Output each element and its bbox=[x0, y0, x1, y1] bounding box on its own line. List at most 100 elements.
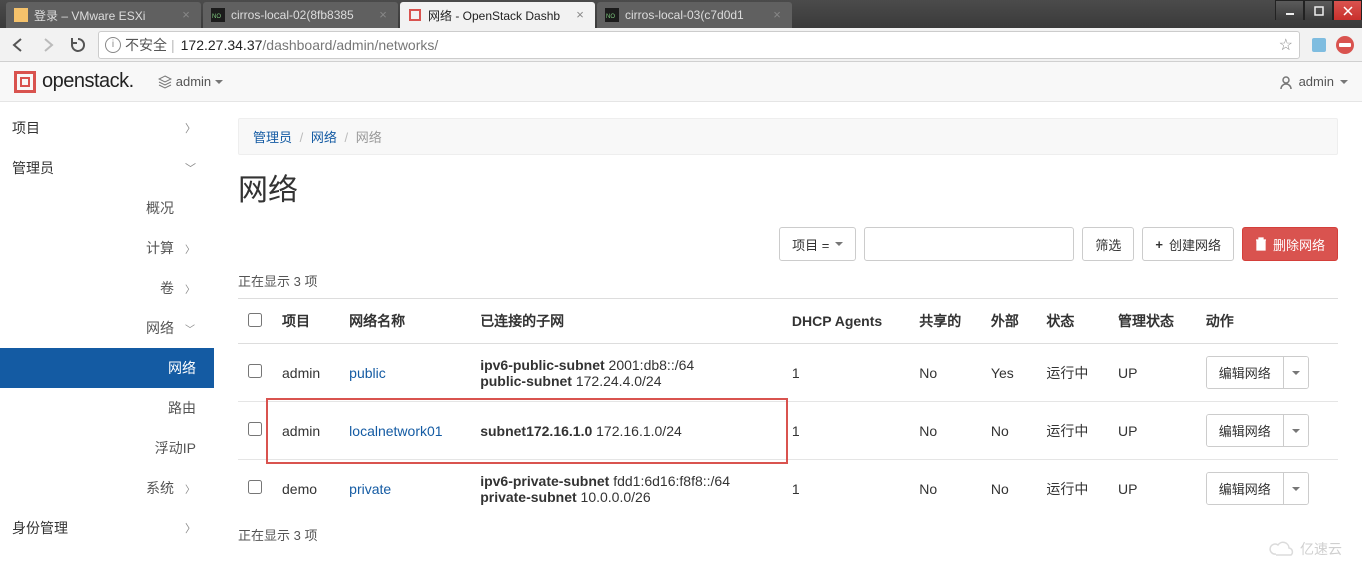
breadcrumb-link[interactable]: 管理员 bbox=[253, 130, 292, 145]
row-checkbox[interactable] bbox=[248, 422, 262, 436]
insecure-indicator: i 不安全 | bbox=[105, 35, 175, 55]
user-icon bbox=[1279, 75, 1293, 89]
col-project[interactable]: 项目 bbox=[272, 299, 339, 344]
row-checkbox[interactable] bbox=[248, 364, 262, 378]
edit-network-button[interactable]: 编辑网络 bbox=[1207, 473, 1284, 504]
subnet-entry: ipv6-public-subnet 2001:db8::/64 bbox=[480, 357, 772, 373]
network-name-link[interactable]: private bbox=[349, 481, 391, 497]
tab-title: cirros-local-02(8fb8385 bbox=[231, 8, 370, 22]
main-panel: 管理员 / 网络 / 网络 网络 项目 = 筛选 + 创建网络 删除网络 bbox=[214, 102, 1362, 572]
tab-favicon-icon: NO bbox=[605, 8, 619, 22]
row-action-dropdown[interactable] bbox=[1284, 473, 1308, 504]
col-actions: 动作 bbox=[1196, 299, 1338, 344]
close-window-button[interactable] bbox=[1333, 0, 1362, 20]
reload-button[interactable] bbox=[68, 35, 88, 55]
table-toolbar: 项目 = 筛选 + 创建网络 删除网络 bbox=[238, 227, 1338, 261]
cell-external: No bbox=[981, 402, 1036, 460]
breadcrumb-current: 网络 bbox=[356, 130, 382, 145]
row-checkbox[interactable] bbox=[248, 480, 262, 494]
row-action-dropdown[interactable] bbox=[1284, 415, 1308, 446]
extension-icon[interactable] bbox=[1310, 36, 1328, 54]
sidebar-item-admin[interactable]: 管理员 ﹀ bbox=[0, 148, 214, 188]
tab-title: 登录 – VMware ESXi bbox=[34, 7, 173, 24]
maximize-button[interactable] bbox=[1304, 0, 1333, 20]
network-name-link[interactable]: public bbox=[349, 365, 386, 381]
openstack-logo[interactable]: openstack. bbox=[14, 70, 134, 93]
col-dhcp[interactable]: DHCP Agents bbox=[782, 299, 909, 344]
sidebar-item-compute[interactable]: 计算 〉 bbox=[0, 228, 214, 268]
tab-close-icon[interactable]: × bbox=[770, 8, 784, 22]
col-shared[interactable]: 共享的 bbox=[909, 299, 981, 344]
subnet-entry: private-subnet 10.0.0.0/26 bbox=[480, 489, 772, 505]
trash-icon bbox=[1255, 237, 1267, 251]
sidebar-item-network[interactable]: 网络 ﹀ bbox=[0, 308, 214, 348]
caret-down-icon bbox=[1292, 487, 1300, 491]
sidebar-item-project[interactable]: 项目 〉 bbox=[0, 108, 214, 148]
col-subnets[interactable]: 已连接的子网 bbox=[470, 299, 782, 344]
sidebar-item-floating-ips[interactable]: 浮动IP bbox=[0, 428, 214, 468]
window-controls bbox=[1275, 0, 1362, 20]
chevron-right-icon: 〉 bbox=[185, 520, 196, 536]
insecure-label: 不安全 bbox=[125, 35, 167, 55]
minimize-button[interactable] bbox=[1275, 0, 1304, 20]
edit-network-button[interactable]: 编辑网络 bbox=[1207, 415, 1284, 446]
browser-tab[interactable]: NO cirros-local-02(8fb8385 × bbox=[203, 2, 398, 28]
sidebar-item-volumes[interactable]: 卷 〉 bbox=[0, 268, 214, 308]
cell-actions: 编辑网络 bbox=[1196, 344, 1338, 402]
project-dropdown[interactable]: admin bbox=[158, 74, 223, 89]
filter-button[interactable]: 筛选 bbox=[1082, 227, 1134, 261]
url-input[interactable]: i 不安全 | 172.27.34.37/dashboard/admin/net… bbox=[98, 31, 1300, 59]
sidebar-item-overview[interactable]: 概况 〉 bbox=[0, 188, 214, 228]
sidebar-item-identity[interactable]: 身份管理 〉 bbox=[0, 508, 214, 548]
user-label: admin bbox=[1299, 74, 1334, 89]
col-name[interactable]: 网络名称 bbox=[339, 299, 470, 344]
cell-subnets: ipv6-private-subnet fdd1:6d16:f8f8::/64p… bbox=[470, 460, 782, 518]
sidebar-item-system[interactable]: 系统 〉 bbox=[0, 468, 214, 508]
extension-icons bbox=[1310, 36, 1354, 54]
row-action-split-button: 编辑网络 bbox=[1206, 356, 1309, 389]
cell-dhcp: 1 bbox=[782, 460, 909, 518]
col-status[interactable]: 状态 bbox=[1036, 299, 1108, 344]
browser-tab[interactable]: 登录 – VMware ESXi × bbox=[6, 2, 201, 28]
item-count-bottom: 正在显示 3 项 bbox=[238, 525, 1338, 544]
browser-address-bar: i 不安全 | 172.27.34.37/dashboard/admin/net… bbox=[0, 28, 1362, 62]
create-network-button[interactable]: + 创建网络 bbox=[1142, 227, 1234, 261]
bookmark-star-icon[interactable]: ☆ bbox=[1279, 35, 1293, 55]
delete-network-button[interactable]: 删除网络 bbox=[1242, 227, 1338, 261]
tab-close-icon[interactable]: × bbox=[179, 8, 193, 22]
tab-favicon-icon bbox=[14, 8, 28, 22]
tab-close-icon[interactable]: × bbox=[573, 8, 587, 22]
browser-tab[interactable]: NO cirros-local-03(c7d0d1 × bbox=[597, 2, 792, 28]
filter-input[interactable] bbox=[864, 227, 1074, 261]
forward-button[interactable] bbox=[38, 35, 58, 55]
cell-shared: No bbox=[909, 402, 981, 460]
browser-tab[interactable]: 网络 - OpenStack Dashb× bbox=[400, 2, 595, 28]
col-external[interactable]: 外部 bbox=[981, 299, 1036, 344]
cell-status: 运行中 bbox=[1036, 460, 1108, 518]
edit-network-button[interactable]: 编辑网络 bbox=[1207, 357, 1284, 388]
tab-favicon-icon: NO bbox=[211, 8, 225, 22]
network-name-link[interactable]: localnetwork01 bbox=[349, 423, 442, 439]
back-button[interactable] bbox=[8, 35, 28, 55]
row-action-split-button: 编辑网络 bbox=[1206, 472, 1309, 505]
info-icon: i bbox=[105, 37, 121, 53]
project-label: admin bbox=[176, 74, 211, 89]
cell-shared: No bbox=[909, 460, 981, 518]
cell-shared: No bbox=[909, 344, 981, 402]
cell-project: admin bbox=[272, 402, 339, 460]
openstack-topbar: openstack. admin admin bbox=[0, 62, 1362, 102]
table-row: adminlocalnetwork01subnet172.16.1.0 172.… bbox=[238, 402, 1338, 460]
chevron-right-icon: 〉 bbox=[185, 120, 196, 136]
user-dropdown[interactable]: admin bbox=[1279, 74, 1348, 89]
tab-close-icon[interactable]: × bbox=[376, 8, 390, 22]
select-all-checkbox[interactable] bbox=[248, 313, 262, 327]
filter-field-dropdown[interactable]: 项目 = bbox=[779, 227, 856, 261]
col-admin-state[interactable]: 管理状态 bbox=[1108, 299, 1196, 344]
breadcrumb-link[interactable]: 网络 bbox=[311, 130, 337, 145]
sidebar-item-routers[interactable]: 路由 bbox=[0, 388, 214, 428]
tab-title: cirros-local-03(c7d0d1 bbox=[625, 8, 764, 22]
breadcrumb: 管理员 / 网络 / 网络 bbox=[238, 118, 1338, 155]
sidebar-item-networks[interactable]: 网络 bbox=[0, 348, 214, 388]
adblock-icon[interactable] bbox=[1336, 36, 1354, 54]
row-action-dropdown[interactable] bbox=[1284, 357, 1308, 388]
